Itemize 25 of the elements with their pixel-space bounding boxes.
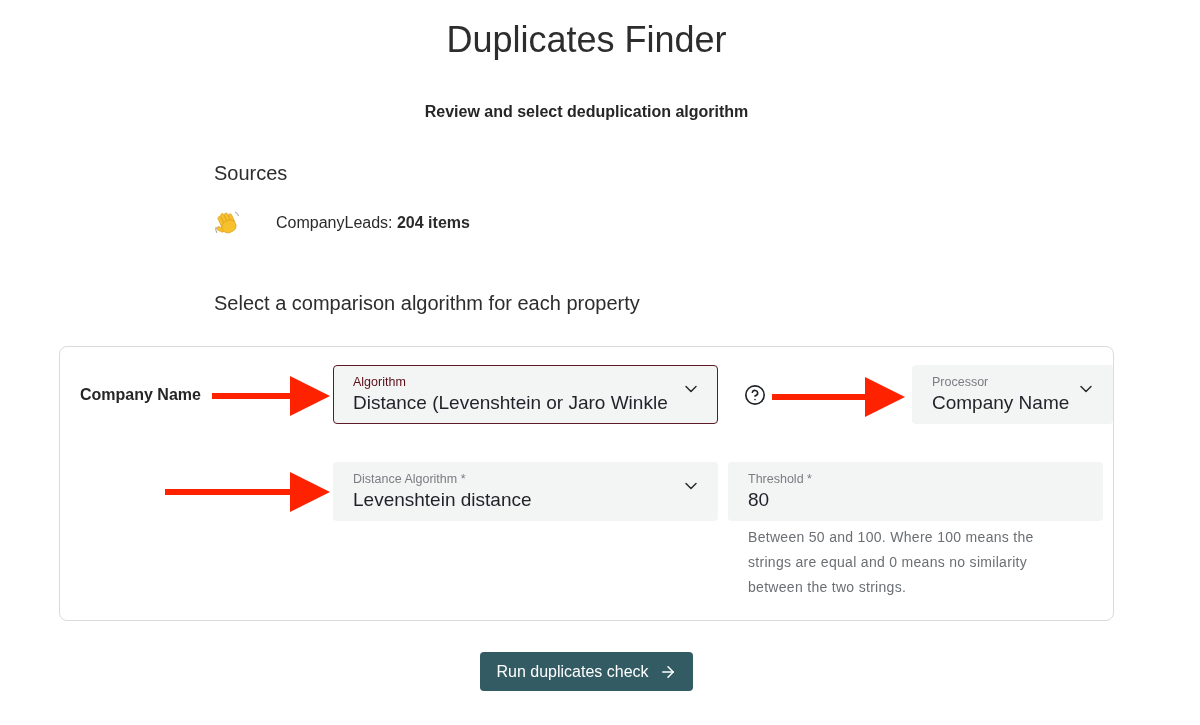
field-value: Distance (Levenshtein or Jaro Winkle — [353, 390, 669, 415]
arrow-icon — [165, 472, 330, 512]
section-heading: Sources — [214, 161, 288, 185]
arrow-icon — [772, 377, 905, 417]
source-item: CompanyLeads: 204 items — [276, 213, 470, 233]
helper-text: Between 50 and 100. Where 100 means the strings are equal and 0 means no similarity between the two strings. — [747, 528, 1035, 597]
field-label: Threshold * — [748, 470, 813, 487]
waving-hand-icon — [214, 210, 240, 236]
section-heading: Select a comparison algorithm for each property — [214, 291, 640, 315]
field-value: Levenshtein distance — [353, 487, 533, 512]
help-icon[interactable] — [744, 383, 766, 406]
field-label: Processor — [932, 373, 990, 390]
field-label: Distance Algorithm * — [353, 470, 467, 487]
field-label: Algorithm — [353, 373, 407, 390]
page-subtitle: Review and select deduplication algorithm — [424, 102, 749, 122]
field-value: 80 — [748, 487, 771, 512]
run-button[interactable]: Run duplicates check — [480, 652, 693, 691]
input-field[interactable]: Threshold * 80 — [728, 462, 1103, 521]
select-field[interactable]: Distance Algorithm * Levenshtein distance — [333, 462, 718, 521]
property-name: Company Name — [80, 384, 201, 405]
select-field[interactable]: Processor Company Name — [912, 365, 1113, 424]
arrow-icon — [212, 376, 330, 416]
field-value: Company Name — [932, 390, 1070, 415]
select-field[interactable]: Algorithm Distance (Levenshtein or Jaro Winkle — [333, 365, 718, 424]
page-title: Duplicates Finder — [446, 18, 727, 62]
